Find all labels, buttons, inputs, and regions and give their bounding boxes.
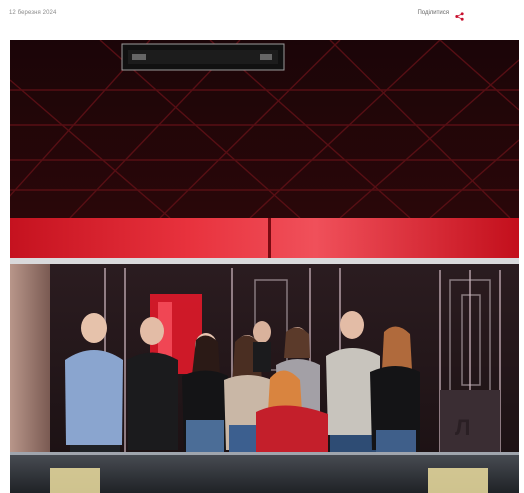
share-icon: [455, 8, 464, 21]
svg-text:Л: Л: [455, 415, 470, 440]
article-photo: Л: [10, 40, 519, 493]
article-page: 12 березня 2024 Поділитися Л: [0, 0, 524, 493]
share-label: Поділитися: [417, 9, 449, 16]
publish-date: 12 березня 2024: [9, 10, 57, 16]
studio-group-photo: Л: [10, 40, 519, 493]
article-meta-bar: 12 березня 2024 Поділитися: [0, 0, 524, 30]
share-button[interactable]: Поділитися: [417, 8, 464, 21]
